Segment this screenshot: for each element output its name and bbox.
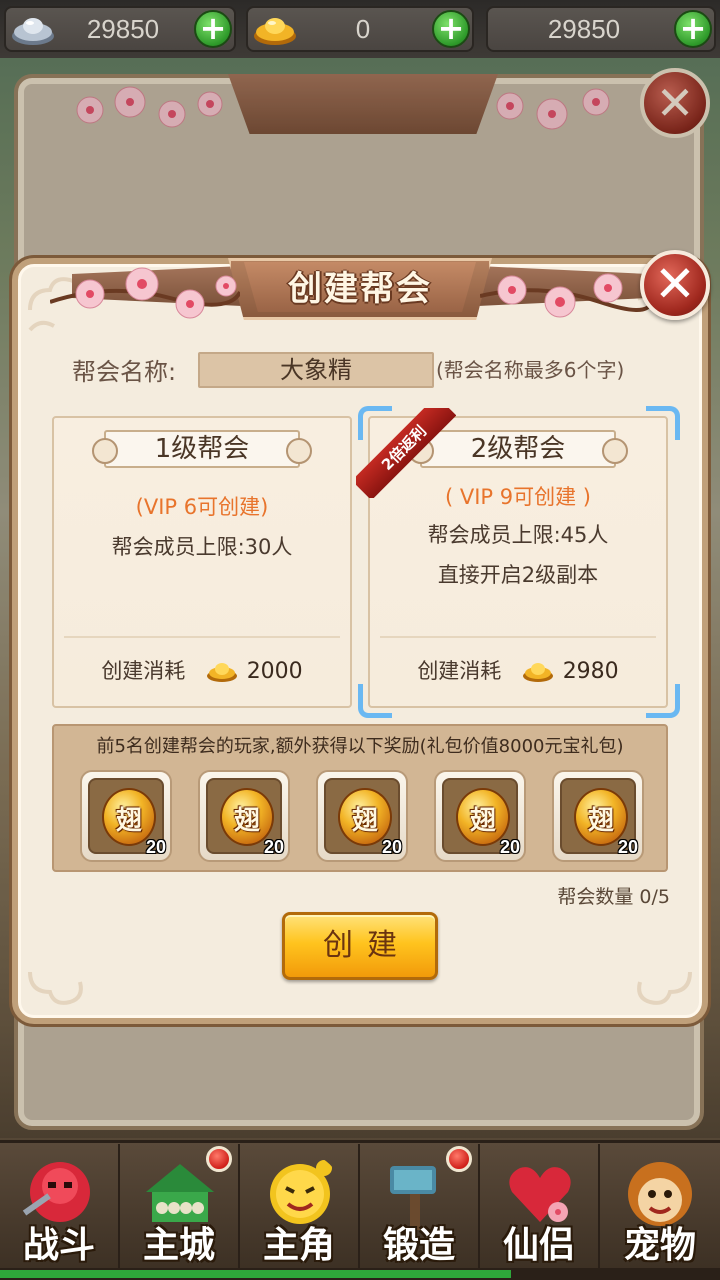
cloud-ornament [28,971,83,1005]
nav-item-battle[interactable]: 战斗 [0,1144,120,1272]
reward-item[interactable]: 翅 20 [198,770,290,862]
nav-item-main-city[interactable]: 主城 [120,1144,240,1272]
reward-panel: 前5名创建帮会的玩家,额外获得以下奖励(礼包价值8000元宝礼包) 翅 20 翅… [52,724,668,872]
create-guild-button[interactable]: 创建 [282,912,438,980]
cost-label: 创建消耗 [417,659,502,683]
guild-count: 帮会数量 0/5 [557,886,670,908]
card-divider [380,636,656,638]
nav-item-pet[interactable]: 宠物 [600,1144,720,1272]
coin-glyph: 翅 [587,806,614,836]
guild-level-2-card[interactable]: 2级帮会 ( VIP 9可创建 ) 帮会成员上限:45人 直接开启2级副本 创建… [368,416,668,708]
coin-glyph: 翅 [469,806,496,836]
plum-blossom-decoration-right [480,273,650,318]
guild-level-1-card[interactable]: 1级帮会 (VIP 6可创建) 帮会成员上限:30人 创建消耗 2000 [52,416,352,708]
card-title: 1级帮会 [154,434,250,464]
member-limit: 帮会成员上限:45人 [427,523,609,547]
nav-item-hero[interactable]: 主角 [240,1144,360,1272]
nav-progress-bar [0,1268,720,1280]
guild-name-hint: (帮会名称最多6个字) [436,358,625,382]
selection-corner [358,684,392,718]
card-divider [64,636,340,638]
reward-item[interactable]: 翅 20 [552,770,644,862]
nav-label: 锻造 [382,1225,455,1266]
guild-name-input[interactable]: 大象精 [198,352,434,388]
reward-count: 20 [617,837,638,857]
silver-amount: 29850 [86,14,160,44]
third-resource: 29850 + [486,6,716,52]
nav-label: 战斗 [22,1225,95,1266]
guild-name-label: 帮会名称: [72,358,177,386]
nav-label: 主城 [142,1225,215,1266]
nav-item-forge[interactable]: 锻造 [360,1144,480,1272]
coin-glyph: 翅 [351,806,378,836]
coin-glyph: 翅 [233,806,260,836]
reward-item[interactable]: 翅 20 [434,770,526,862]
selection-corner [646,684,680,718]
nav-label: 主角 [262,1225,335,1266]
reward-count: 20 [263,837,284,857]
nav-item-partner[interactable]: 仙侣 [480,1144,600,1272]
gold-resource: 0 + [246,6,474,52]
vip-requirement: (VIP 6可创建) [135,495,269,519]
creation-cost: 创建消耗 2980 [370,654,666,688]
reward-description: 前5名创建帮会的玩家,额外获得以下奖励(礼包价值8000元宝礼包) [96,736,624,757]
creation-cost: 创建消耗 2000 [54,654,350,688]
reward-count: 20 [145,837,166,857]
reward-item[interactable]: 翅 20 [316,770,408,862]
reward-count: 20 [381,837,402,857]
close-button[interactable]: ✕ [640,250,710,320]
notification-dot [446,1146,472,1172]
plum-blossom-decoration [50,267,240,319]
cost-amount: 2980 [562,659,619,684]
add-third-button[interactable]: + [674,10,712,48]
gold-amount: 0 [355,14,371,44]
cloud-ornament [637,971,692,1005]
add-silver-button[interactable]: + [194,10,232,48]
reward-count: 20 [499,837,520,857]
card-title: 2级帮会 [470,434,566,464]
nav-label: 仙侣 [502,1225,575,1266]
gold-ingot-icon [254,18,296,45]
gold-ingot-icon [523,663,553,682]
notification-dot [206,1146,232,1172]
cost-label: 创建消耗 [101,659,186,683]
cost-amount: 2000 [246,659,303,684]
nav-progress-fill [0,1270,512,1278]
silver-resource: 29850 + [4,6,236,52]
nav-label: 宠物 [623,1225,696,1266]
silver-ingot-icon [12,18,54,45]
add-gold-button[interactable]: + [432,10,470,48]
gold-ingot-icon [207,663,237,682]
member-limit: 帮会成员上限:30人 [111,535,293,559]
third-amount: 29850 [547,14,621,44]
card-extra-benefit: 直接开启2级副本 [437,563,599,587]
resource-bar: 29850 + 0 + 29850 + [0,0,720,58]
dialog-title: 创建帮会 [288,269,432,309]
coin-glyph: 翅 [115,806,142,836]
reward-item[interactable]: 翅 20 [80,770,172,862]
